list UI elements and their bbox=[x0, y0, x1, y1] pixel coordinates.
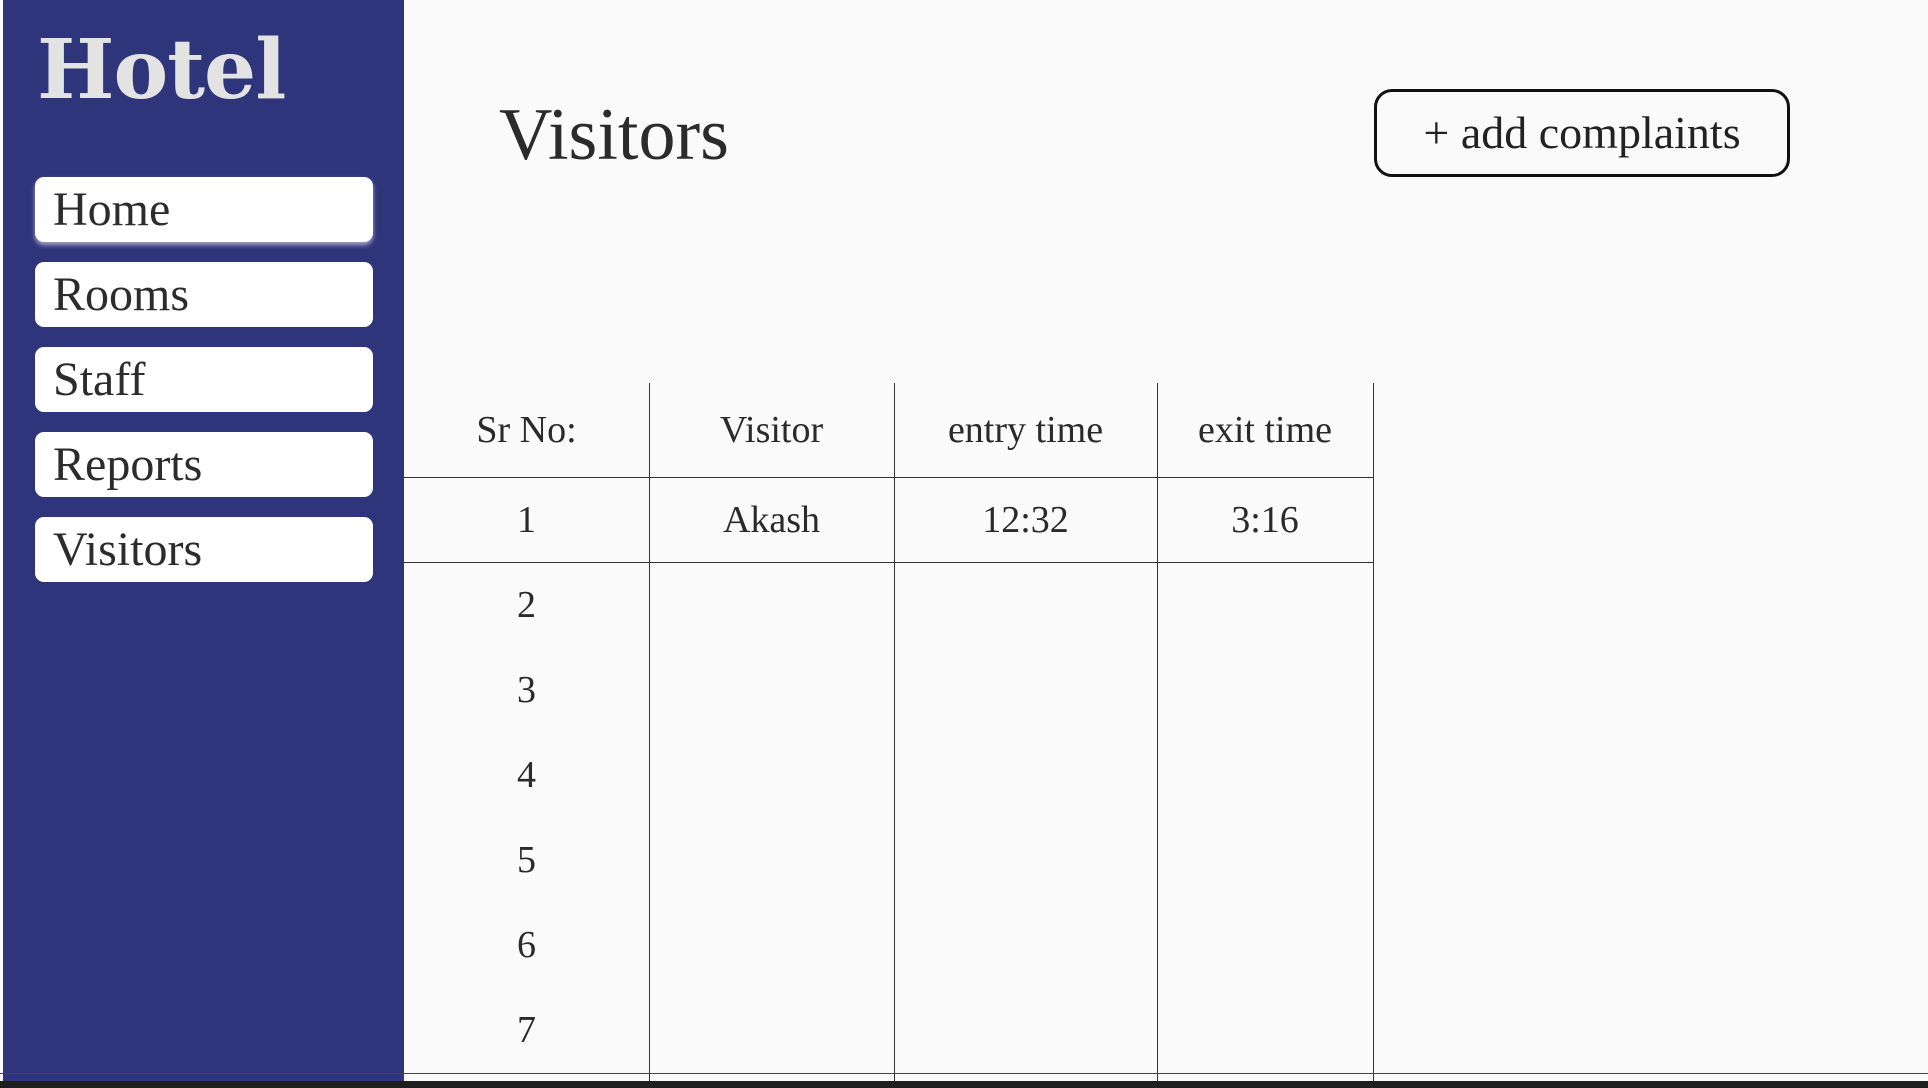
table-cell-sr-no: 5 bbox=[517, 839, 536, 881]
table-cell-exit-time: 3:16 bbox=[1231, 499, 1299, 541]
column-header-sr-no: Sr No: bbox=[476, 409, 577, 451]
brand-logo: Hotel bbox=[37, 22, 286, 118]
table-cell-sr-no: 6 bbox=[517, 924, 536, 966]
table-cell-sr-no: 2 bbox=[517, 584, 536, 626]
table-cell-sr-no: 7 bbox=[517, 1009, 536, 1051]
table-cell-entry-time: 12:32 bbox=[982, 499, 1069, 541]
table-bottom-line bbox=[0, 1073, 1928, 1074]
page-title: Visitors bbox=[499, 94, 729, 176]
sidebar: Hotel Home Rooms Staff Reports Visitors bbox=[3, 0, 404, 1081]
column-header-exit-time: exit time bbox=[1197, 409, 1333, 451]
table-cell-visitor: Akash bbox=[722, 499, 821, 541]
table-cell-sr-no: 1 bbox=[517, 499, 536, 541]
app-window: Hotel Home Rooms Staff Reports Visitors … bbox=[0, 0, 1928, 1081]
sidebar-item-visitors[interactable]: Visitors bbox=[35, 517, 373, 582]
sidebar-item-staff[interactable]: Staff bbox=[35, 347, 373, 412]
visitors-table: Sr No: Visitor entry time exit time 1 Ak… bbox=[404, 383, 1374, 1081]
table-cell-sr-no: 3 bbox=[517, 669, 536, 711]
column-divider bbox=[1373, 383, 1374, 1081]
add-complaints-button[interactable]: + add complaints bbox=[1374, 89, 1790, 177]
table-cell-sr-no: 4 bbox=[517, 754, 536, 796]
sidebar-item-reports[interactable]: Reports bbox=[35, 432, 373, 497]
sidebar-item-home[interactable]: Home bbox=[35, 177, 373, 242]
column-header-entry-time: entry time bbox=[947, 409, 1104, 451]
column-header-visitor: Visitor bbox=[719, 409, 824, 451]
sidebar-item-rooms[interactable]: Rooms bbox=[35, 262, 373, 327]
